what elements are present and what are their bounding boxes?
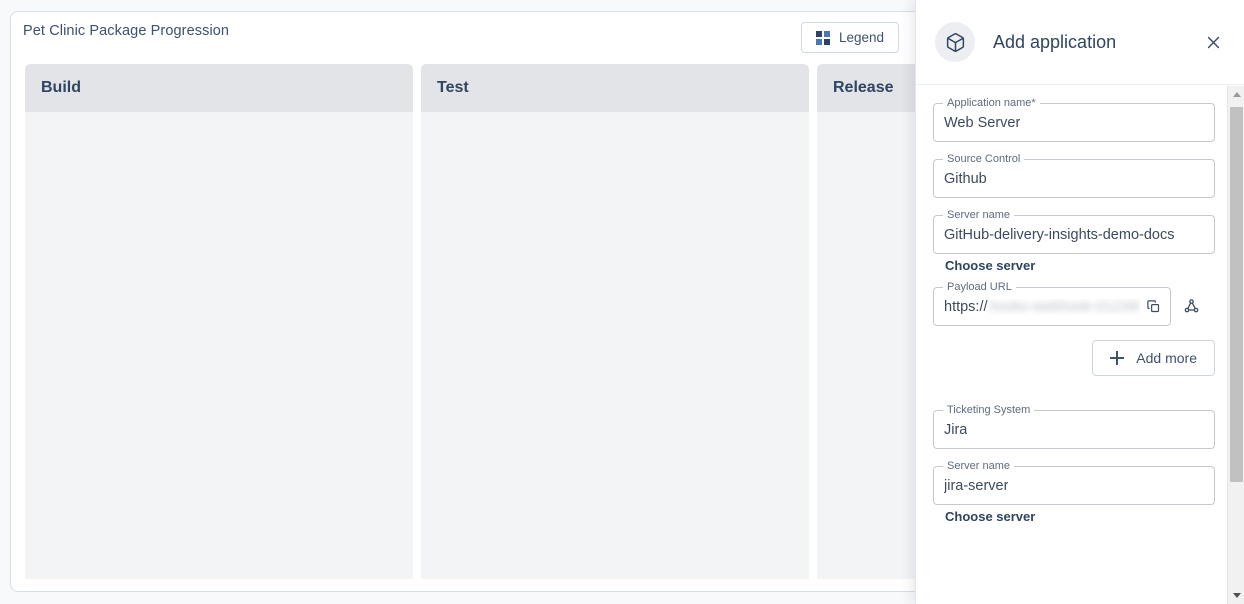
ticketing-server-name-value: jira-server	[944, 477, 1009, 494]
panel-form: Application name* Web Server Source Cont…	[916, 85, 1244, 604]
ticketing-system-value: Jira	[944, 421, 968, 438]
source-server-name-value: GitHub-delivery-insights-demo-docs	[944, 226, 1175, 243]
application-name-field[interactable]: Application name* Web Server	[933, 97, 1215, 142]
legend-button-label: Legend	[838, 30, 884, 45]
scrollbar-thumb[interactable]	[1230, 107, 1243, 482]
page-title: Pet Clinic Package Progression	[23, 23, 230, 39]
close-icon[interactable]	[1199, 28, 1227, 56]
column-title: Test	[437, 79, 469, 96]
column-header: Build	[25, 64, 413, 112]
ticketing-server-name-label: Server name	[943, 460, 1014, 473]
payload-url-redacted-value: hooks-webhook-01234567ab	[989, 298, 1140, 315]
column-dropzone[interactable]	[25, 112, 413, 579]
source-control-value: Github	[944, 170, 987, 187]
kanban-column-build[interactable]: Build	[25, 64, 413, 579]
legend-button[interactable]: Legend	[800, 22, 899, 53]
ticketing-system-label: Ticketing System	[943, 404, 1035, 417]
share-nodes-icon[interactable]	[1179, 295, 1203, 319]
chevron-down-icon[interactable]	[1228, 587, 1244, 604]
payload-url-label: Payload URL	[943, 281, 1016, 294]
application-name-label: Application name*	[943, 97, 1040, 110]
column-dropzone[interactable]	[421, 112, 809, 579]
payload-url-field[interactable]: Payload URL https:// hooks-webhook-01234…	[933, 281, 1171, 326]
plus-icon	[1110, 351, 1125, 365]
ticketing-server-name-field[interactable]: Server name jira-server	[933, 460, 1215, 505]
chevron-up-icon[interactable]	[1228, 86, 1244, 103]
payload-url-row: Payload URL https:// hooks-webhook-01234…	[933, 281, 1215, 326]
choose-server-link-ticketing[interactable]: Choose server	[945, 509, 1215, 524]
payload-url-protocol: https://	[944, 298, 988, 315]
add-more-label: Add more	[1136, 350, 1197, 366]
add-more-row: Add more	[933, 340, 1215, 376]
choose-server-link-source[interactable]: Choose server	[945, 258, 1215, 273]
source-control-label: Source Control	[943, 153, 1025, 166]
panel-scrollbar[interactable]	[1227, 86, 1244, 604]
column-title: Build	[41, 79, 81, 96]
column-title: Release	[833, 79, 894, 96]
kanban-column-test[interactable]: Test	[421, 64, 809, 579]
app-root: Pet Clinic Package Progression Legend Bu…	[0, 0, 1244, 604]
add-more-button[interactable]: Add more	[1092, 340, 1215, 376]
panel-header: Add application	[916, 0, 1244, 85]
panel-title: Add application	[993, 31, 1117, 52]
add-application-panel: Add application Application name* Web Se…	[915, 0, 1244, 604]
ticketing-system-field[interactable]: Ticketing System Jira	[933, 404, 1215, 449]
package-box-icon	[935, 22, 975, 62]
application-name-value: Web Server	[944, 114, 1021, 131]
grid-icon	[815, 30, 830, 45]
copy-icon[interactable]	[1140, 294, 1166, 320]
source-control-field[interactable]: Source Control Github	[933, 153, 1215, 198]
source-server-name-label: Server name	[943, 209, 1014, 222]
column-header: Test	[421, 64, 809, 112]
source-server-name-field[interactable]: Server name GitHub-delivery-insights-dem…	[933, 209, 1215, 254]
